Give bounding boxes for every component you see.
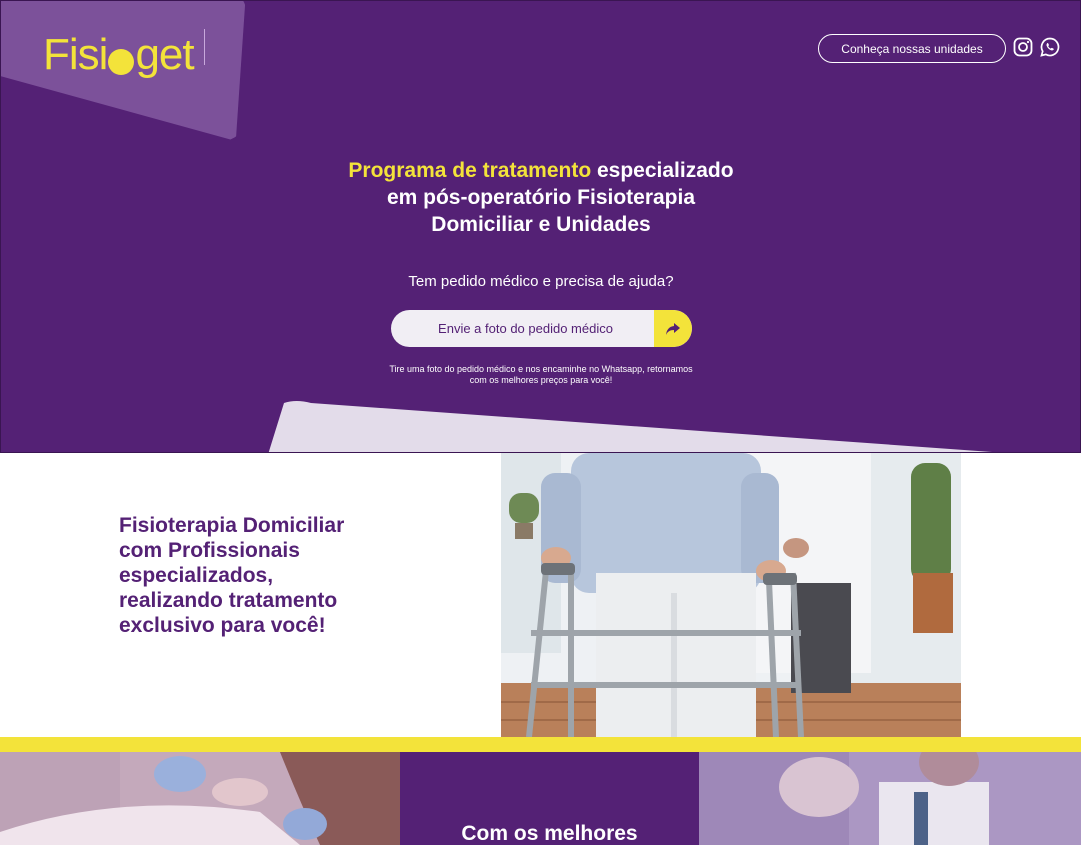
hero-headline: Programa de tratamento especializado em … [291, 157, 791, 238]
home-physio-title-line: Fisioterapia Domiciliar [119, 514, 345, 537]
therapy-photo-left [0, 752, 400, 845]
hero-question: Tem pedido médico e precisa de ajuda? [408, 273, 674, 290]
instagram-icon[interactable] [1013, 37, 1033, 57]
send-prescription-label: Envie a foto do pedido médico [438, 321, 613, 336]
brand-logo[interactable]: Fisi get [43, 23, 195, 79]
logo-text-end: get [135, 30, 194, 79]
logo-divider [204, 29, 205, 65]
send-prescription-button[interactable]: Envie a foto do pedido médico [391, 310, 692, 347]
hero-note: Tire uma foto do pedido médico e nos enc… [351, 364, 731, 386]
home-physio-section: Fisioterapia Domiciliar com Profissionai… [0, 453, 1081, 738]
home-physio-title-line: com Profissionais [119, 539, 300, 562]
therapy-photo-right [699, 752, 1081, 845]
headline-part-3: Domiciliar e Unidades [431, 213, 651, 236]
logo-dot-icon [108, 49, 135, 75]
home-physio-title-line: especializados, [119, 564, 274, 587]
hero-bottom-shape [268, 401, 993, 452]
note-line-2: com os melhores preços para você! [469, 375, 613, 385]
share-arrow-icon [654, 310, 692, 347]
home-physio-title-line: realizando tratamento [119, 589, 338, 612]
benefits-section: Com os melhores [0, 752, 1081, 845]
benefits-title: Com os melhores [461, 822, 638, 845]
yellow-divider [0, 737, 1081, 752]
headline-highlight: Programa de tratamento [348, 159, 592, 182]
whatsapp-icon[interactable] [1040, 37, 1060, 57]
hero-section: Fisi get Conheça nossas unidades Program… [0, 0, 1081, 453]
walker-photo [501, 453, 961, 737]
logo-text-start: Fisi [43, 30, 108, 79]
headline-part-2: em pós-operatório Fisioterapia [386, 186, 696, 209]
units-button[interactable]: Conheça nossas unidades [818, 34, 1006, 63]
home-physio-title: Fisioterapia Domiciliar com Profissionai… [119, 513, 419, 638]
note-line-1: Tire uma foto do pedido médico e nos enc… [389, 364, 693, 374]
headline-part-1: especializado [591, 159, 734, 182]
home-physio-title-line: exclusivo para você! [119, 614, 326, 637]
